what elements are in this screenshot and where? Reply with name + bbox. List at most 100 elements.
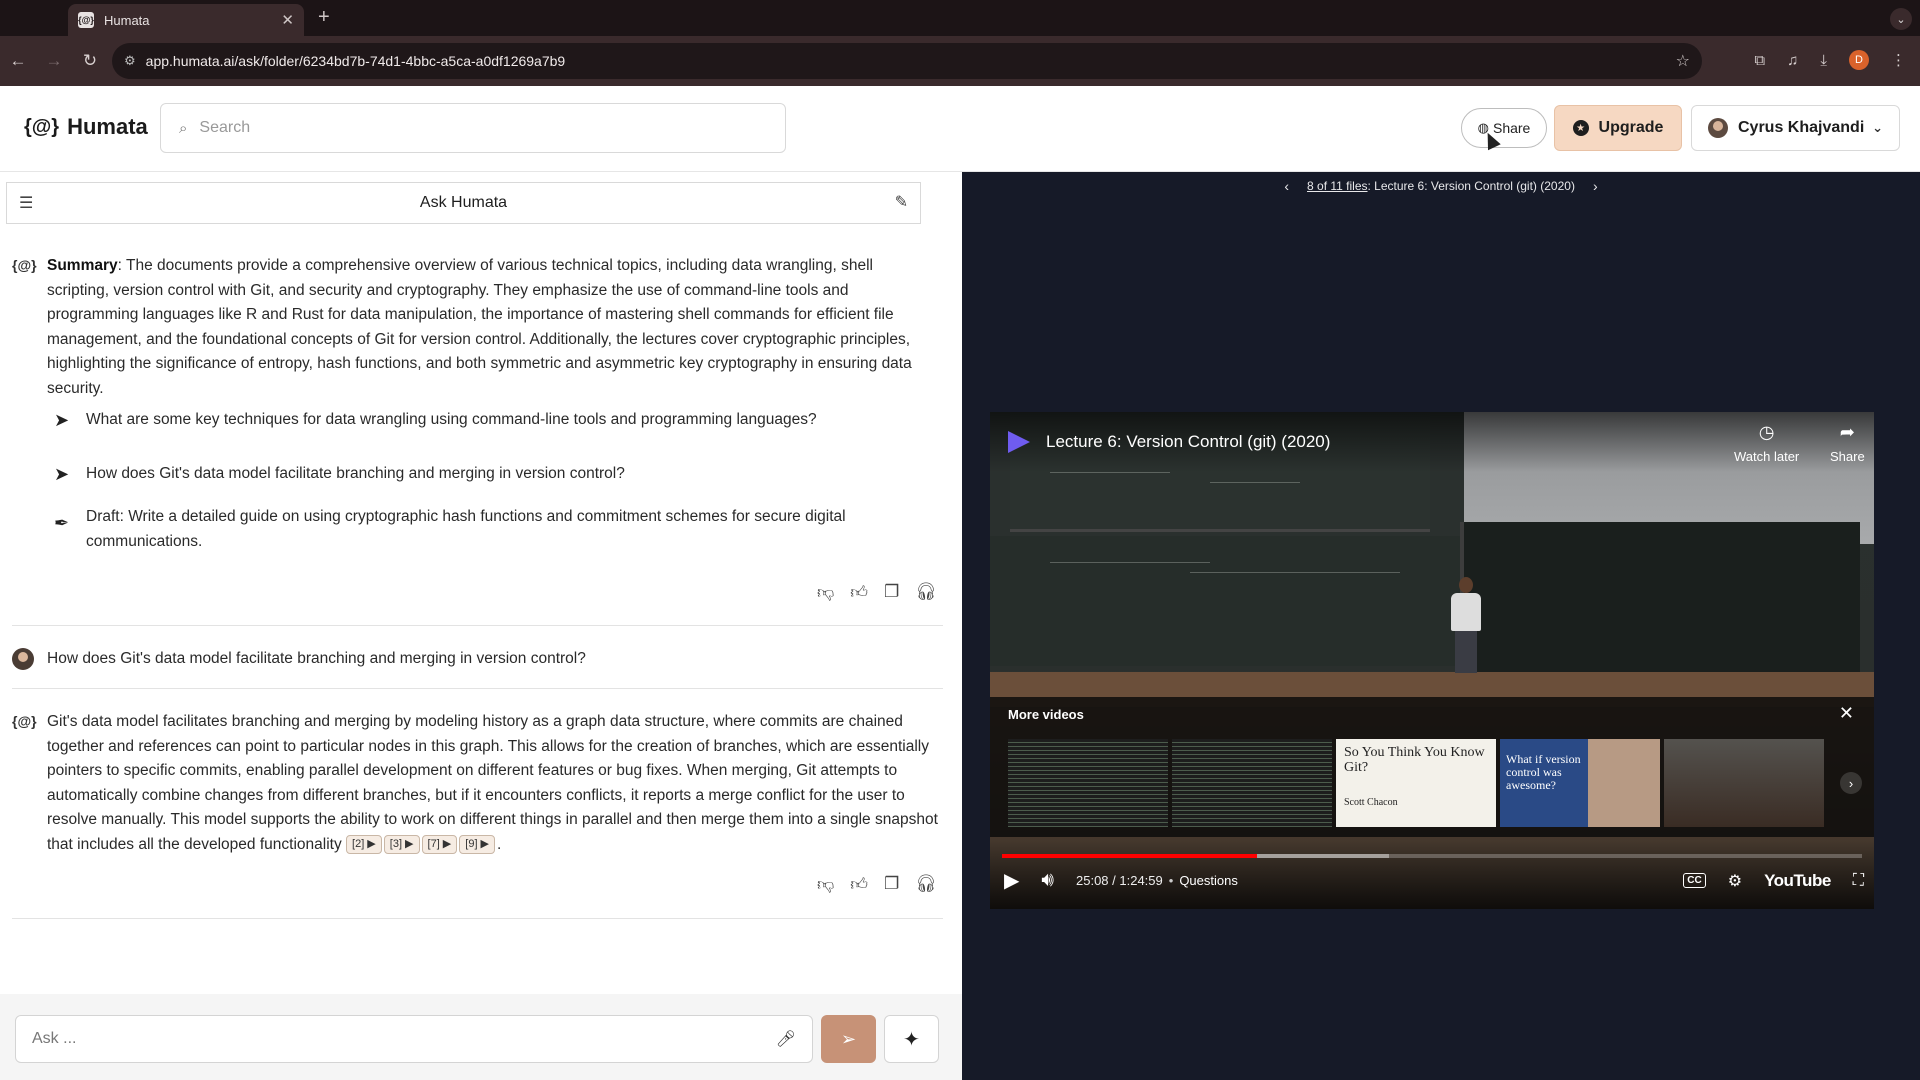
media-control-icon[interactable]: ♫: [1787, 52, 1798, 69]
file-position-link[interactable]: 8 of 11 files: [1307, 179, 1367, 193]
tab-search-icon[interactable]: ⌄: [1890, 8, 1912, 30]
thumbs-down-icon[interactable]: 👎︎: [817, 582, 834, 603]
watch-later-button[interactable]: ◷ Watch later: [1734, 422, 1799, 464]
video-thumbnail[interactable]: [1008, 739, 1168, 827]
humata-logo[interactable]: {@} Humata: [24, 114, 148, 140]
copy-icon[interactable]: ❐: [884, 874, 899, 895]
chapter-label[interactable]: Questions: [1179, 873, 1238, 888]
summary-label: Summary: [47, 257, 118, 274]
lecturer-legs: [1455, 631, 1477, 673]
chalk-line: [1190, 572, 1400, 573]
sparkle-icon: ✦: [903, 1028, 920, 1051]
profile-avatar[interactable]: D: [1849, 50, 1869, 70]
divider: [12, 918, 943, 919]
fullscreen-icon[interactable]: ⛶: [1853, 872, 1864, 890]
browser-toolbar: ← → ↻ ⚙ app.humata.ai/ask/folder/6234bd7…: [0, 36, 1920, 86]
magic-sparkle-button[interactable]: ✦: [884, 1015, 939, 1063]
suggested-question-2[interactable]: ➤ How does Git's data model facilitate b…: [54, 462, 934, 487]
captions-icon[interactable]: CC: [1683, 873, 1706, 888]
back-icon[interactable]: ←: [0, 51, 36, 71]
suggested-question-1[interactable]: ➤ What are some key techniques for data …: [54, 408, 934, 433]
chevron-down-icon: ⌄: [1872, 120, 1883, 135]
browser-tab[interactable]: {@} Humata ✕: [68, 4, 304, 36]
controls-row: ▶ 🔊︎ 25:08 / 1:24:59 • Questions CC ⚙ Yo…: [1004, 868, 1864, 893]
answer-actions: 👎︎ 👍︎ ❐ 🎧︎: [817, 874, 937, 895]
chat-panel: ☰ Ask Humata ✎ {@} Summary: The document…: [0, 172, 962, 1080]
youtube-logo[interactable]: YouTube: [1764, 871, 1831, 891]
reload-icon[interactable]: ↻: [72, 51, 108, 71]
humata-bot-icon: {@}: [12, 713, 37, 729]
reference-chip-2[interactable]: [2] ▶: [346, 834, 382, 854]
draft-suggestion[interactable]: ✒ Draft: Write a detailed guide on using…: [54, 505, 894, 554]
download-icon[interactable]: ⤓: [1820, 52, 1827, 69]
ask-input[interactable]: Ask ... 🎤︎: [15, 1015, 813, 1063]
video-thumbnail[interactable]: [1172, 739, 1332, 827]
answer-message: {@} Git's data model facilitates branchi…: [12, 710, 942, 857]
video-share-button[interactable]: ➦ Share: [1830, 422, 1865, 464]
thumbs-up-icon[interactable]: 👍︎: [850, 874, 868, 895]
youtube-player[interactable]: Lecture 6: Version Control (git) (2020) …: [990, 412, 1874, 909]
microphone-icon[interactable]: 🎤︎: [776, 1029, 796, 1049]
send-button[interactable]: ➢: [821, 1015, 876, 1063]
video-thumbnail[interactable]: [1664, 739, 1824, 827]
settings-gear-icon[interactable]: ⚙: [1728, 871, 1742, 891]
reference-chip-7[interactable]: [7] ▶: [421, 834, 458, 854]
previous-file-icon[interactable]: ‹: [1284, 178, 1289, 194]
play-icon[interactable]: ▶: [1004, 868, 1019, 893]
address-bar[interactable]: ⚙ app.humata.ai/ask/folder/6234bd7b-74d1…: [112, 43, 1702, 79]
suggestion-text: What are some key techniques for data wr…: [86, 411, 817, 428]
progress-bar[interactable]: [1002, 854, 1862, 858]
send-arrow-icon: ➤: [54, 410, 70, 430]
share-button[interactable]: ◍ Share: [1461, 108, 1547, 148]
lecturer-torso: [1451, 593, 1481, 631]
reference-chip-9[interactable]: [9] ▶: [459, 834, 496, 854]
progress-played: [1002, 854, 1257, 858]
thumbs-down-icon[interactable]: 👎︎: [817, 874, 834, 895]
site-info-icon[interactable]: ⚙: [124, 53, 136, 69]
chat-header: ☰ Ask Humata ✎: [6, 182, 921, 224]
chat-title: Ask Humata: [419, 194, 508, 211]
browser-menu-icon[interactable]: ⋮: [1891, 51, 1906, 69]
user-name: Cyrus Khajvandi: [1738, 119, 1865, 136]
thumbnail-title: So You Think You Know Git?: [1344, 745, 1485, 775]
search-input[interactable]: ⌕ Search: [160, 103, 786, 153]
suggestion-text: How does Git's data model facilitate bra…: [86, 465, 625, 482]
close-tab-icon[interactable]: ✕: [281, 11, 294, 29]
close-icon[interactable]: ✕: [1839, 703, 1854, 724]
more-videos-title: More videos: [1008, 707, 1084, 722]
next-file-icon[interactable]: ›: [1593, 178, 1598, 194]
document-viewer: ‹ 8 of 11 files: Lecture 6: Version Cont…: [962, 172, 1920, 1080]
lecturer-head: [1459, 577, 1473, 593]
chevron-right-icon[interactable]: ›: [1840, 772, 1862, 794]
more-videos-panel: More videos ✕ So You Think You Know Git?…: [990, 697, 1874, 837]
draft-text: Draft: Write a detailed guide on using c…: [86, 508, 846, 550]
forward-icon[interactable]: →: [36, 51, 72, 71]
reference-chip-3[interactable]: [3] ▶: [383, 834, 420, 854]
headphones-icon[interactable]: 🎧︎: [915, 582, 937, 603]
user-menu-button[interactable]: Cyrus Khajvandi ⌄: [1691, 105, 1900, 151]
video-thumbnail[interactable]: What if version control was awesome?: [1500, 739, 1660, 827]
chalk-line: [1050, 472, 1170, 473]
copy-icon[interactable]: ❐: [884, 582, 899, 603]
humata-logo-icon: {@}: [24, 115, 60, 138]
volume-icon[interactable]: 🔊︎: [1041, 869, 1054, 892]
divider: [12, 625, 943, 626]
upgrade-button[interactable]: ★ Upgrade: [1554, 105, 1682, 151]
channel-logo-icon[interactable]: [1008, 431, 1030, 453]
search-icon: ⌕: [179, 119, 188, 137]
chalkboard: [1460, 522, 1860, 672]
video-thumbnail[interactable]: So You Think You Know Git? Scott Chacon: [1336, 739, 1496, 827]
share-label: Share: [1492, 120, 1531, 136]
menu-icon[interactable]: ☰: [19, 193, 33, 213]
thumbs-up-icon[interactable]: 👍︎: [850, 582, 868, 603]
new-chat-edit-icon[interactable]: ✎: [895, 192, 908, 212]
avatar: [1708, 118, 1728, 138]
thumbnail-caption: Scott Chacon: [1344, 797, 1398, 808]
summary-message: {@} Summary: The documents provide a com…: [12, 254, 932, 401]
bookmark-star-icon[interactable]: ☆: [1676, 51, 1690, 71]
extensions-icon[interactable]: ⧉: [1754, 52, 1765, 69]
new-tab-icon[interactable]: +: [318, 6, 330, 29]
headphones-icon[interactable]: 🎧︎: [915, 874, 937, 895]
upgrade-label: Upgrade: [1598, 119, 1664, 136]
video-title[interactable]: Lecture 6: Version Control (git) (2020): [1046, 432, 1330, 452]
